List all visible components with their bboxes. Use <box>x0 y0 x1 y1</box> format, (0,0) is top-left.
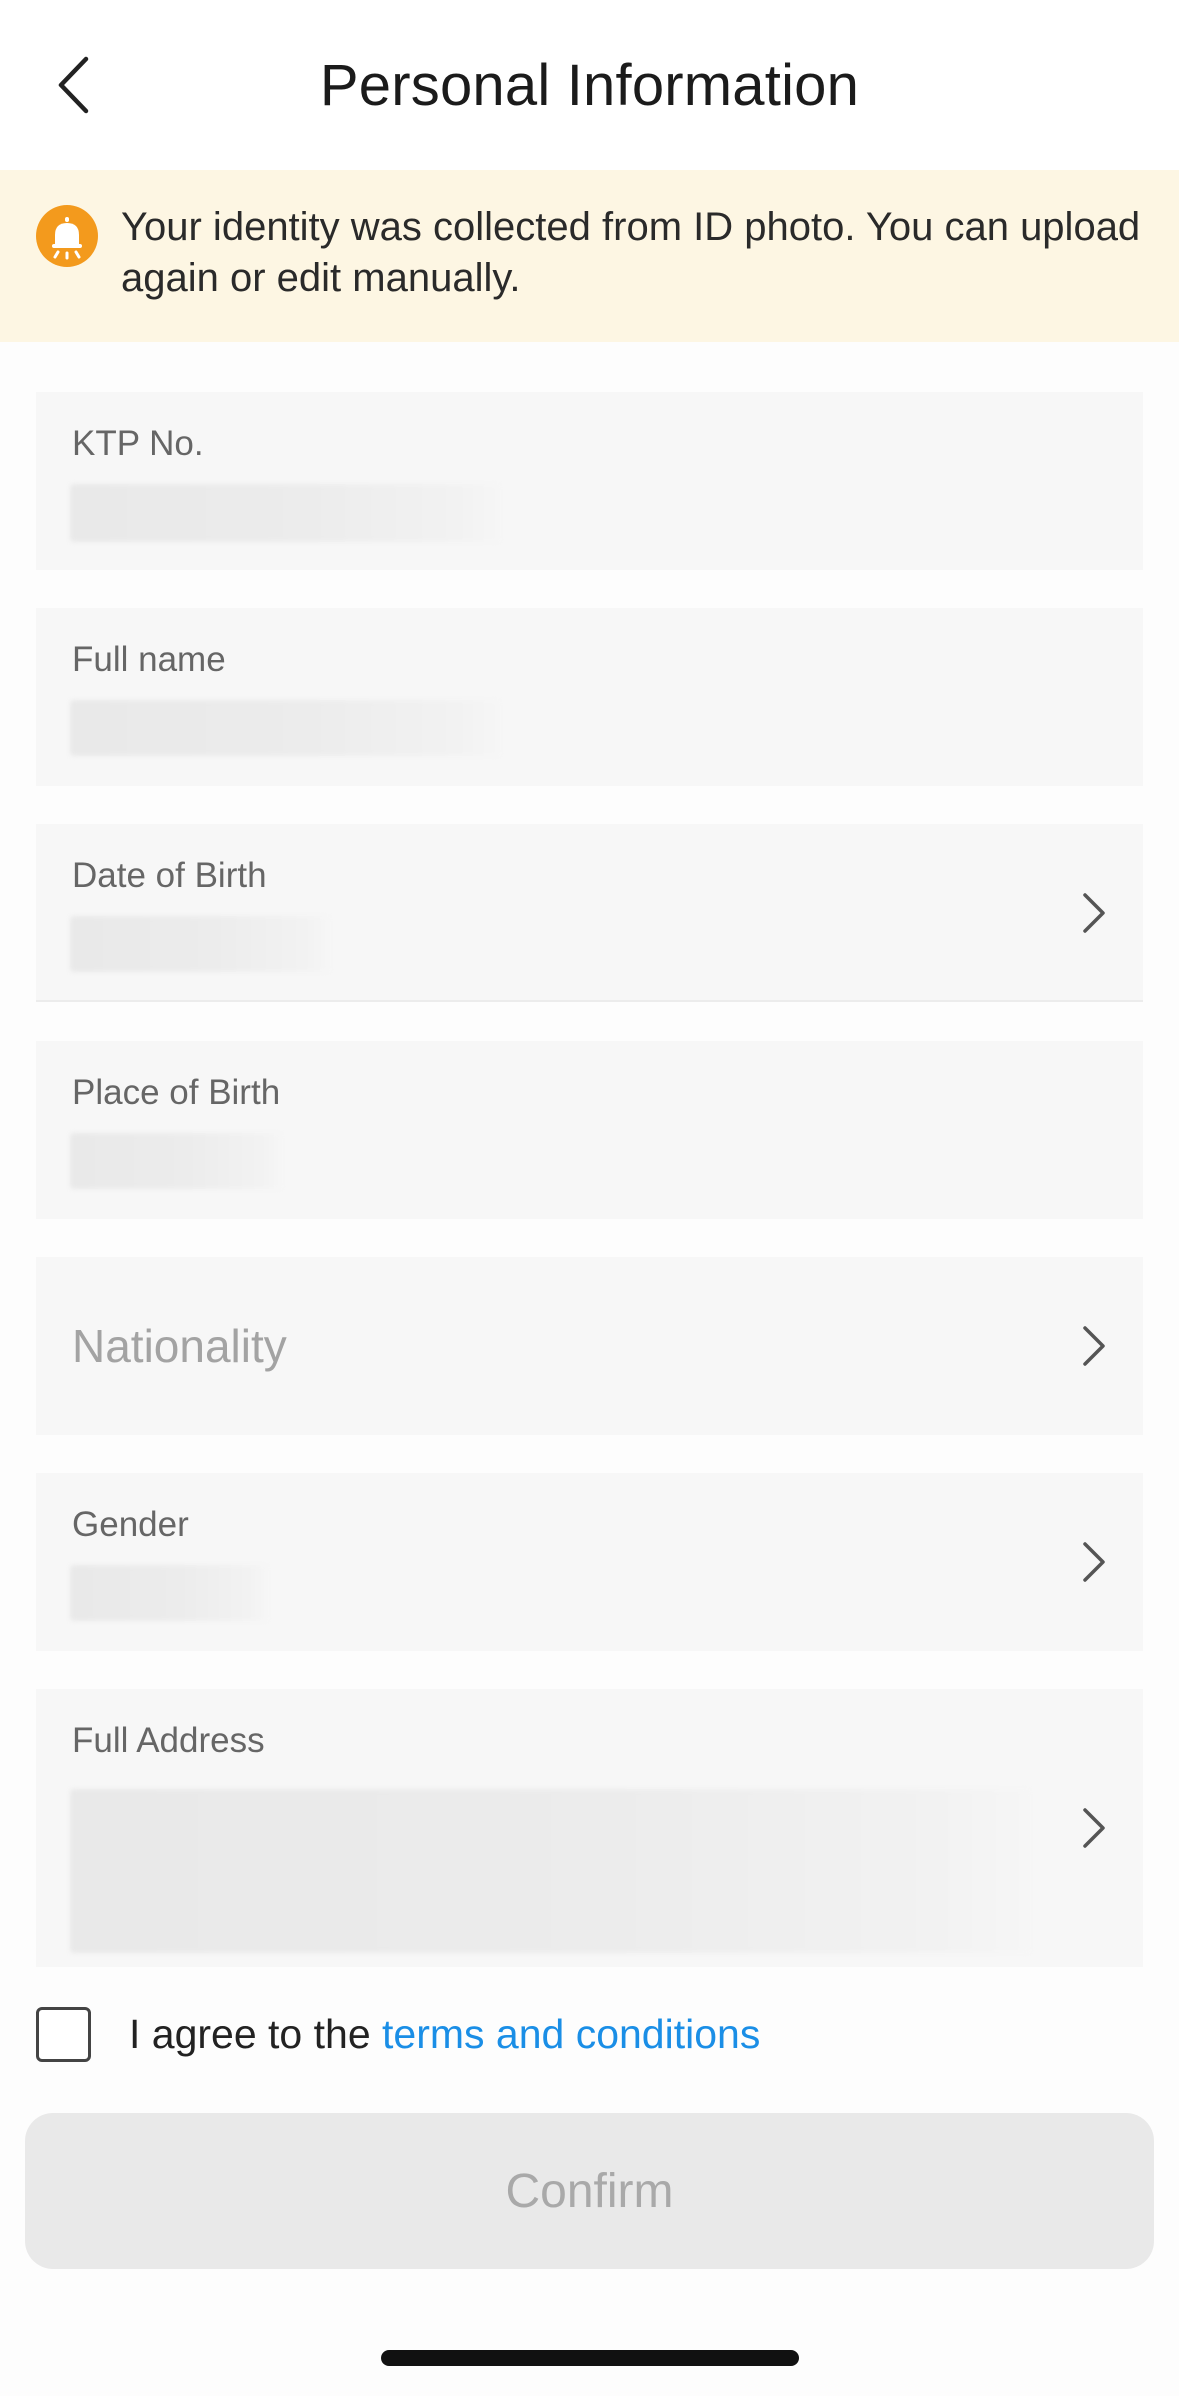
field-label: Gender <box>72 1505 189 1544</box>
date-of-birth-field[interactable]: Date of Birth <box>36 824 1143 1002</box>
field-label: Full name <box>72 640 226 679</box>
page-title: Personal Information <box>319 53 860 118</box>
home-indicator <box>381 2350 799 2366</box>
chevron-right-icon <box>1083 893 1105 933</box>
gender-field[interactable]: Gender <box>36 1473 1143 1651</box>
nationality-field[interactable]: Nationality <box>36 1257 1143 1435</box>
place-of-birth-field[interactable]: Place of Birth <box>36 1041 1143 1219</box>
full-name-value <box>70 700 500 756</box>
field-label: Full Address <box>72 1721 265 1760</box>
field-label: Place of Birth <box>72 1073 281 1112</box>
ktp-number-field[interactable]: KTP No. <box>36 392 1143 570</box>
agreement-text: I agree to the terms and conditions <box>129 2011 760 2058</box>
full-address-field[interactable]: Full Address <box>36 1689 1143 1967</box>
place-of-birth-value <box>70 1133 282 1189</box>
info-banner: Your identity was collected from ID phot… <box>0 170 1179 342</box>
nav-header: Personal Information <box>0 0 1179 170</box>
terms-agreement-row: I agree to the terms and conditions <box>36 2004 760 2064</box>
field-label: Date of Birth <box>72 856 267 895</box>
field-label: KTP No. <box>72 424 204 463</box>
chevron-right-icon <box>1083 1542 1105 1582</box>
confirm-button[interactable]: Confirm <box>25 2113 1154 2269</box>
full-name-field[interactable]: Full name <box>36 608 1143 786</box>
agreement-prefix: I agree to the <box>129 2010 383 2057</box>
full-address-value <box>70 1789 1030 1953</box>
terms-checkbox[interactable] <box>36 2006 91 2062</box>
ktp-number-value <box>70 484 500 542</box>
terms-link[interactable]: terms and conditions <box>382 2011 760 2057</box>
date-of-birth-value <box>70 916 330 972</box>
gender-value <box>70 1565 268 1621</box>
nationality-placeholder: Nationality <box>72 1320 287 1372</box>
chevron-right-icon <box>1083 1326 1105 1366</box>
banner-message: Your identity was collected from ID phot… <box>121 205 1141 300</box>
bell-icon <box>36 205 98 267</box>
chevron-right-icon <box>1083 1808 1105 1848</box>
